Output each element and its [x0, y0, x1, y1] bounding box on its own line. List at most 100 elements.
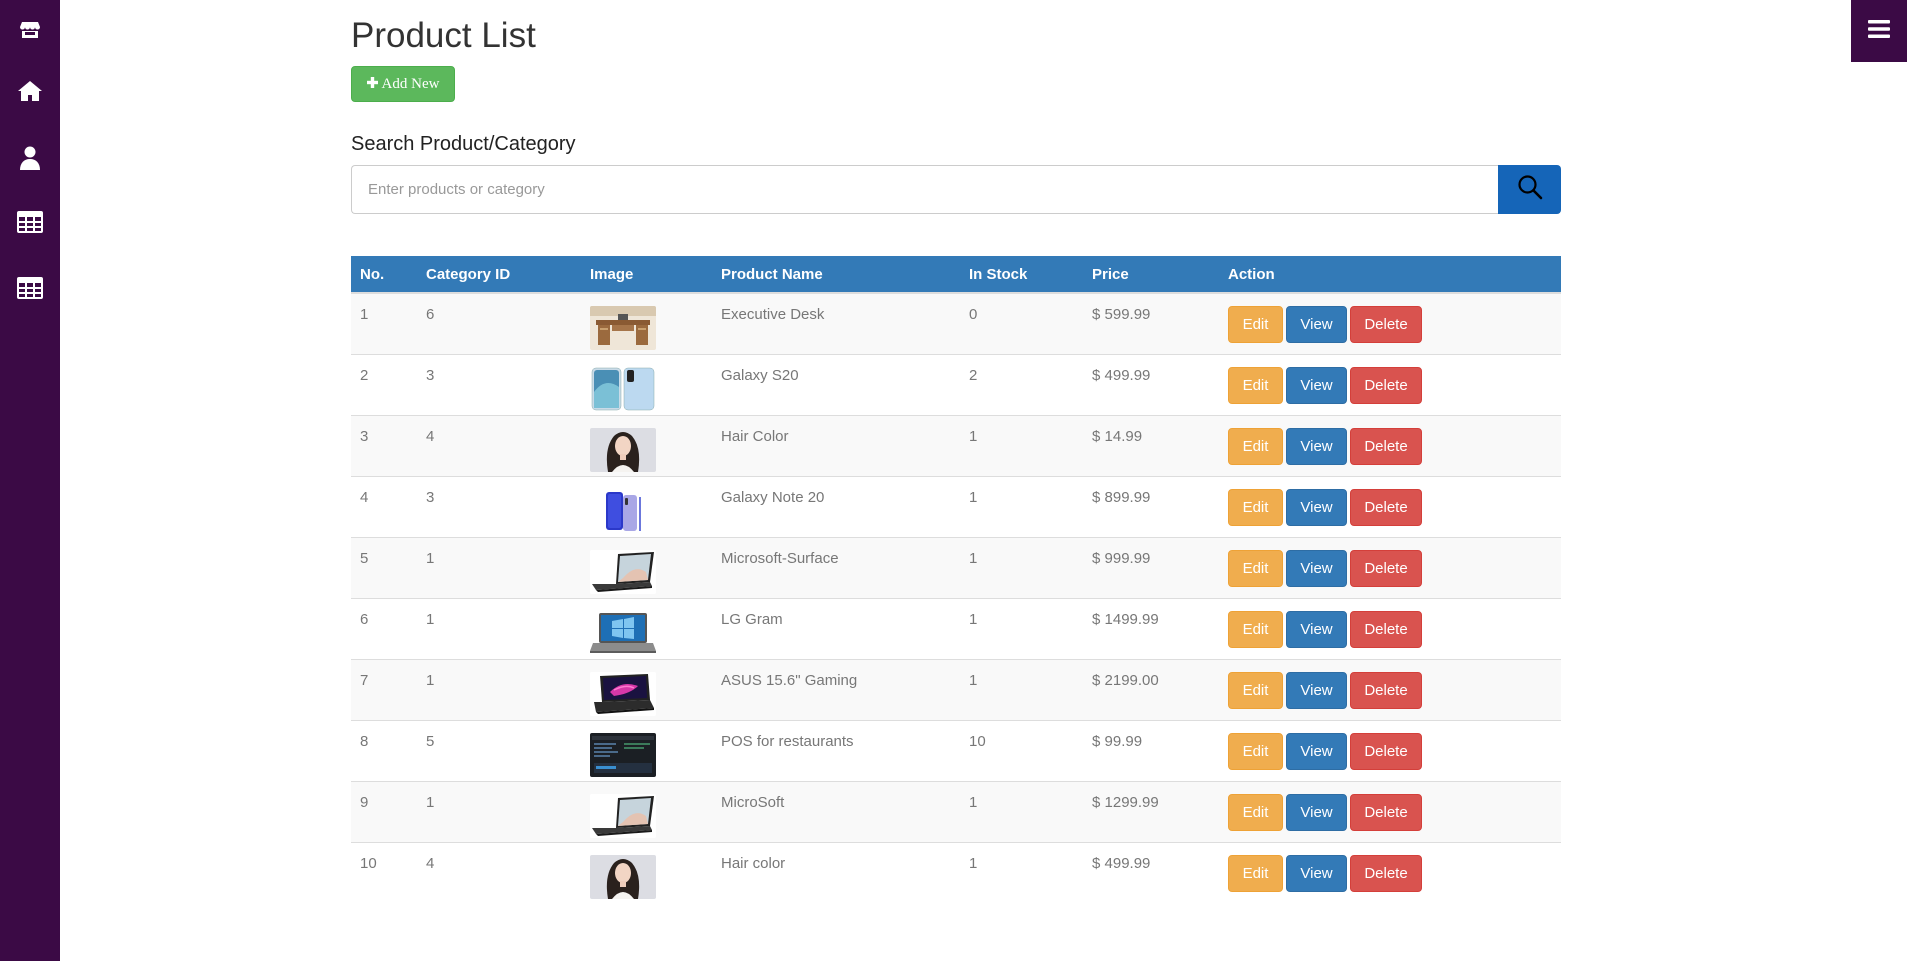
view-button[interactable]: View [1286, 306, 1347, 343]
delete-button[interactable]: Delete [1350, 671, 1422, 709]
product-thumbnail [590, 427, 712, 472]
cell-category-id: 5 [426, 732, 435, 750]
cell-product-name: LG Gram [721, 610, 783, 628]
column-header-no[interactable]: No. [351, 256, 417, 294]
delete-button[interactable]: Delete [1350, 549, 1422, 587]
edit-button[interactable]: Edit [1228, 610, 1283, 648]
cell-image [581, 842, 712, 903]
cell-in-stock: 1 [969, 427, 978, 445]
column-header-price[interactable]: Price [1083, 256, 1219, 294]
cell-in-stock: 1 [969, 610, 978, 628]
cell-in-stock: 1 [969, 854, 978, 872]
cell-category-id: 1 [426, 671, 435, 689]
table-row: 8 5 POS for restaurants 10 $ 99.99 Edit View De… [351, 720, 1561, 781]
search-input[interactable] [351, 165, 1498, 214]
menu-toggle-button[interactable] [1851, 0, 1907, 62]
delete-button[interactable]: Delete [1350, 488, 1422, 526]
user-icon[interactable] [15, 143, 45, 173]
edit-button[interactable]: Edit [1228, 793, 1283, 831]
cell-price: $ 99.99 [1092, 732, 1143, 750]
cell-price: $ 499.99 [1092, 854, 1151, 872]
cell-action: Edit View Delete [1219, 598, 1561, 659]
table-row: 6 1 LG Gram 1 $ 1499.99 Edit View Delete [351, 598, 1561, 659]
cell-action: Edit View Delete [1219, 293, 1561, 354]
cell-action: Edit View Delete [1219, 476, 1561, 537]
cell-action: Edit View Delete [1219, 354, 1561, 415]
column-header-in-stock[interactable]: In Stock [960, 256, 1083, 294]
edit-button[interactable]: Edit [1228, 366, 1283, 404]
delete-button[interactable]: Delete [1350, 306, 1422, 343]
edit-button[interactable]: Edit [1228, 549, 1283, 587]
table-icon[interactable] [15, 207, 45, 237]
column-header-product-name[interactable]: Product Name [712, 256, 960, 294]
product-thumbnail [590, 732, 712, 777]
cell-image [581, 293, 712, 354]
cell-price: $ 599.99 [1092, 306, 1151, 323]
cell-product-name: Galaxy S20 [721, 366, 799, 384]
cell-category-id: 3 [426, 488, 435, 506]
table-header-row: No. Category ID Image Product Name In St… [351, 256, 1561, 294]
view-button[interactable]: View [1286, 610, 1347, 648]
search-button[interactable] [1498, 165, 1561, 214]
cell-price: $ 14.99 [1092, 427, 1143, 445]
cell-in-stock: 1 [969, 488, 978, 506]
cell-product-name: Galaxy Note 20 [721, 488, 825, 506]
cell-category-id: 4 [426, 427, 435, 445]
sidebar [0, 0, 60, 961]
column-header-category-id[interactable]: Category ID [417, 256, 581, 294]
delete-button[interactable]: Delete [1350, 732, 1422, 770]
cell-image [581, 415, 712, 476]
edit-button[interactable]: Edit [1228, 306, 1283, 343]
delete-button[interactable]: Delete [1350, 366, 1422, 404]
cell-image [581, 598, 712, 659]
view-button[interactable]: View [1286, 366, 1347, 404]
hamburger-icon [1868, 19, 1890, 44]
product-thumbnail [590, 488, 712, 533]
view-button[interactable]: View [1286, 793, 1347, 831]
add-new-button[interactable]: Add New [351, 66, 455, 102]
edit-button[interactable]: Edit [1228, 732, 1283, 770]
cell-action: Edit View Delete [1219, 415, 1561, 476]
search-icon [1517, 174, 1543, 205]
view-button[interactable]: View [1286, 427, 1347, 465]
column-header-image[interactable]: Image [581, 256, 712, 294]
view-button[interactable]: View [1286, 671, 1347, 709]
store-icon[interactable] [15, 15, 45, 45]
cell-no: 1 [360, 306, 369, 323]
edit-button[interactable]: Edit [1228, 671, 1283, 709]
cell-category-id: 1 [426, 549, 435, 567]
cell-no: 3 [360, 427, 369, 445]
search-bar [351, 165, 1561, 214]
cell-image [581, 476, 712, 537]
table-row: 3 4 Hair Color 1 $ 14.99 Edit View Delete [351, 415, 1561, 476]
plus-icon [366, 76, 378, 93]
cell-product-name: POS for restaurants [721, 732, 854, 750]
product-thumbnail [590, 793, 712, 838]
product-thumbnail [590, 366, 712, 411]
add-new-label: Add New [381, 75, 440, 92]
edit-button[interactable]: Edit [1228, 488, 1283, 526]
product-thumbnail [590, 549, 712, 594]
cell-in-stock: 2 [969, 366, 978, 384]
delete-button[interactable]: Delete [1350, 793, 1422, 831]
view-button[interactable]: View [1286, 549, 1347, 587]
cell-category-id: 1 [426, 793, 435, 811]
table-alt-icon[interactable] [15, 273, 45, 303]
view-button[interactable]: View [1286, 488, 1347, 526]
edit-button[interactable]: Edit [1228, 854, 1283, 892]
delete-button[interactable]: Delete [1350, 854, 1422, 892]
cell-no: 7 [360, 671, 369, 689]
delete-button[interactable]: Delete [1350, 610, 1422, 648]
search-label: Search Product/Category [351, 133, 576, 155]
view-button[interactable]: View [1286, 732, 1347, 770]
view-button[interactable]: View [1286, 854, 1347, 892]
edit-button[interactable]: Edit [1228, 427, 1283, 465]
cell-in-stock: 1 [969, 793, 978, 811]
cell-no: 2 [360, 366, 369, 384]
cell-action: Edit View Delete [1219, 659, 1561, 720]
cell-category-id: 4 [426, 854, 435, 872]
table-row: 10 4 Hair color 1 $ 499.99 Edit View Delete [351, 842, 1561, 903]
cell-in-stock: 1 [969, 671, 978, 689]
home-icon[interactable] [15, 76, 45, 106]
delete-button[interactable]: Delete [1350, 427, 1422, 465]
